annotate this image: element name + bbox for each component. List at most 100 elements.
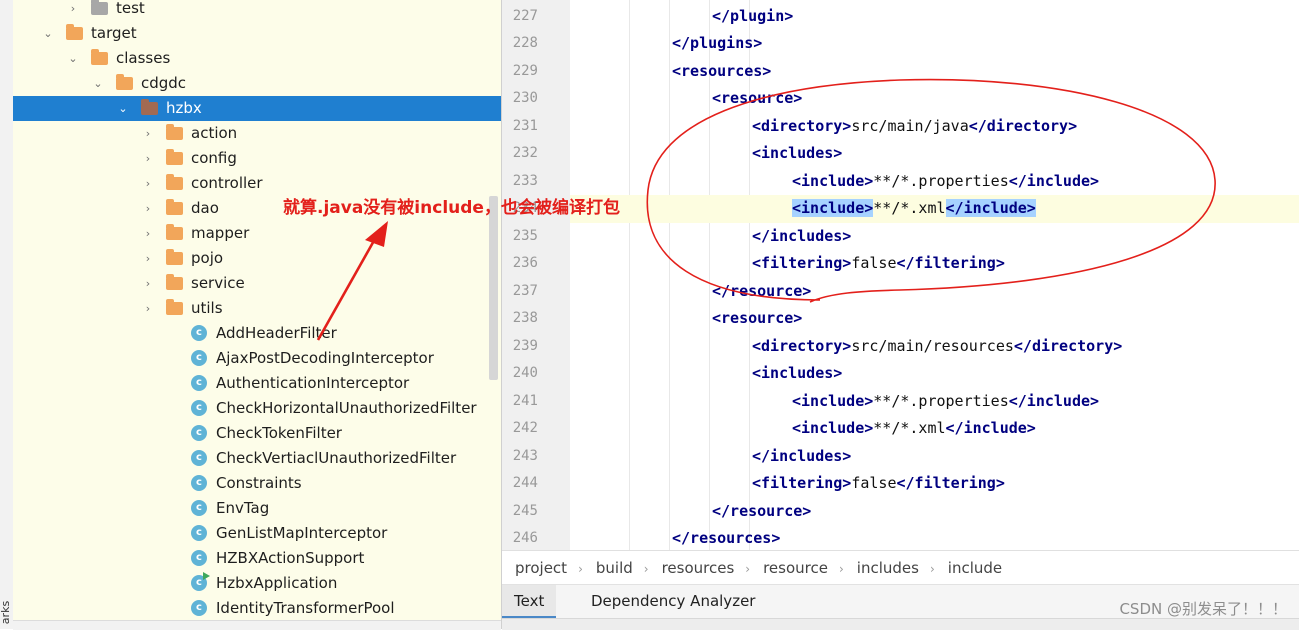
tree-scrollbar[interactable] (489, 196, 498, 380)
code-line[interactable]: <resource> (570, 305, 1299, 333)
tree-item-label: AjaxPostDecodingInterceptor (216, 349, 434, 367)
tree-item-hzbxactionsupport[interactable]: c HZBXActionSupport (13, 546, 501, 571)
breadcrumb-item-build[interactable]: build (596, 559, 633, 577)
tree-item-label: CheckTokenFilter (216, 424, 342, 442)
tree-item-utils[interactable]: › utils (13, 296, 501, 321)
line-number: 228 (512, 35, 538, 51)
folder-icon (166, 124, 183, 140)
tree-item-label: AddHeaderFilter (216, 324, 337, 342)
code-line[interactable]: <directory>src/main/java</directory> (570, 113, 1299, 141)
chevron-right-icon[interactable]: › (141, 271, 155, 296)
chevron-down-icon[interactable]: ⌄ (91, 71, 105, 96)
code-line[interactable]: </plugin> (570, 3, 1299, 31)
tree-item-mapper[interactable]: › mapper (13, 221, 501, 246)
project-tree[interactable]: › test ⌄ target ⌄ classes ⌄ cdgdc ⌄ hzbx › action › c… (13, 0, 501, 620)
code-line[interactable]: </includes> (570, 223, 1299, 251)
code-line[interactable]: <filtering>false</filtering> (570, 470, 1299, 498)
tree-item-label: config (191, 149, 237, 167)
tree-item-pojo[interactable]: › pojo (13, 246, 501, 271)
chevron-down-icon[interactable]: ⌄ (66, 46, 80, 71)
code-line[interactable]: <resource> (570, 85, 1299, 113)
run-icon (203, 572, 210, 580)
code-line[interactable]: <include>**/*.properties</include> (570, 388, 1299, 416)
folder-icon (91, 0, 108, 15)
tree-item-config[interactable]: › config (13, 146, 501, 171)
chevron-down-icon[interactable]: ⌄ (116, 96, 130, 121)
line-number: 235 (512, 227, 538, 244)
xml-tag: <resource> (712, 89, 803, 107)
folder-icon (166, 224, 183, 240)
code-line[interactable]: <include>**/*.xml</include> (570, 415, 1299, 443)
xml-tag: <directory> (752, 116, 852, 135)
line-number: 232 (512, 145, 538, 161)
breadcrumb-item-resource[interactable]: resource (763, 559, 828, 577)
breadcrumb-item-includes[interactable]: includes (857, 559, 919, 577)
editor-gutter: 227 228 229 230 231 232 233 234 235 236 237 238 239 2… (502, 0, 588, 550)
line-number: 245 (512, 502, 538, 519)
tab-text[interactable]: Text (502, 585, 557, 619)
code-line[interactable]: <include>**/*.xml</include> (570, 195, 1299, 223)
code-editor[interactable]: </plugin> </plugins> <resources> <resource>… (570, 0, 1299, 550)
tree-item-checktokenfilter[interactable]: c CheckTokenFilter (13, 421, 501, 446)
xml-value: false (851, 474, 897, 492)
tree-item-hzbxapplication[interactable]: c HzbxApplication (13, 571, 501, 596)
tree-item-label: CheckVertiaclUnauthorizedFilter (216, 449, 457, 467)
tree-item-constraints[interactable]: c Constraints (13, 471, 501, 496)
code-line[interactable]: <resources> (570, 58, 1299, 86)
code-line[interactable]: </resource> (570, 498, 1299, 526)
tree-item-target[interactable]: ⌄ target (13, 21, 501, 46)
folder-icon (141, 99, 158, 115)
breadcrumb-item-resources[interactable]: resources (662, 559, 735, 577)
tree-item-label: EnvTag (216, 499, 270, 517)
tree-item-hzbx[interactable]: ⌄ hzbx (13, 96, 501, 121)
tab-dependency-analyzer[interactable]: Dependency Analyzer (579, 585, 767, 618)
chevron-right-icon[interactable]: › (141, 121, 155, 146)
xml-tag: <include> (792, 419, 874, 437)
tree-item-label: action (191, 124, 238, 142)
tree-item-checkhorizontalunauthorizedfilter[interactable]: c CheckHorizontalUnauthorizedFilter (13, 396, 501, 421)
tree-item-action[interactable]: › action (13, 121, 501, 146)
tree-item-ajaxpostdecodinginterceptor[interactable]: c AjaxPostDecodingInterceptor (13, 346, 501, 371)
xml-tag-highlighted: </include> (945, 199, 1036, 217)
class-icon: c (191, 475, 207, 491)
tree-item-addheaderfilter[interactable]: c AddHeaderFilter (13, 321, 501, 346)
code-line[interactable]: </resources> (570, 525, 1299, 550)
tree-item-envtag[interactable]: c EnvTag (13, 496, 501, 521)
breadcrumb-item-include[interactable]: include (948, 559, 1002, 577)
tree-item-test[interactable]: › test (13, 0, 501, 21)
code-line[interactable]: <filtering>false</filtering> (570, 250, 1299, 278)
code-line[interactable]: </plugins> (570, 30, 1299, 58)
tree-item-identitytransformerpool[interactable]: c IdentityTransformerPool (13, 596, 501, 620)
folder-icon (166, 274, 183, 290)
code-line[interactable]: </resource> (570, 278, 1299, 306)
code-line[interactable]: <includes> (570, 140, 1299, 168)
code-line[interactable]: <include>**/*.properties</include> (570, 168, 1299, 196)
folder-icon (66, 24, 83, 40)
class-icon: c (191, 350, 207, 366)
tree-item-checkvertiaclunauthorizedfilter[interactable]: c CheckVertiaclUnauthorizedFilter (13, 446, 501, 471)
line-number: 237 (512, 282, 538, 299)
chevron-right-icon[interactable]: › (141, 171, 155, 196)
tree-item-genlistmapinterceptor[interactable]: c GenListMapInterceptor (13, 521, 501, 546)
tree-item-cdgdc[interactable]: ⌄ cdgdc (13, 71, 501, 96)
tree-item-classes[interactable]: ⌄ classes (13, 46, 501, 71)
code-line[interactable]: <includes> (570, 360, 1299, 388)
chevron-right-icon[interactable]: › (141, 246, 155, 271)
code-line[interactable]: </includes> (570, 443, 1299, 471)
xml-tag: <include> (792, 171, 874, 190)
tree-item-authenticationinterceptor[interactable]: c AuthenticationInterceptor (13, 371, 501, 396)
xml-value: **/*.properties (873, 391, 1009, 410)
chevron-right-icon[interactable]: › (141, 146, 155, 171)
breadcrumb-item-project[interactable]: project (515, 559, 567, 577)
xml-tag: </filtering> (896, 254, 1005, 272)
chevron-right-icon[interactable]: › (141, 196, 155, 221)
chevron-right-icon[interactable]: › (141, 296, 155, 321)
tree-item-label: CheckHorizontalUnauthorizedFilter (216, 399, 477, 417)
chevron-down-icon[interactable]: ⌄ (41, 21, 55, 46)
tree-item-service[interactable]: › service (13, 271, 501, 296)
chevron-right-icon[interactable]: › (141, 221, 155, 246)
code-line[interactable]: <directory>src/main/resources</directory… (570, 333, 1299, 361)
side-tool-label[interactable]: arks (0, 601, 12, 624)
xml-tag: </includes> (752, 446, 852, 465)
chevron-right-icon[interactable]: › (66, 0, 80, 21)
